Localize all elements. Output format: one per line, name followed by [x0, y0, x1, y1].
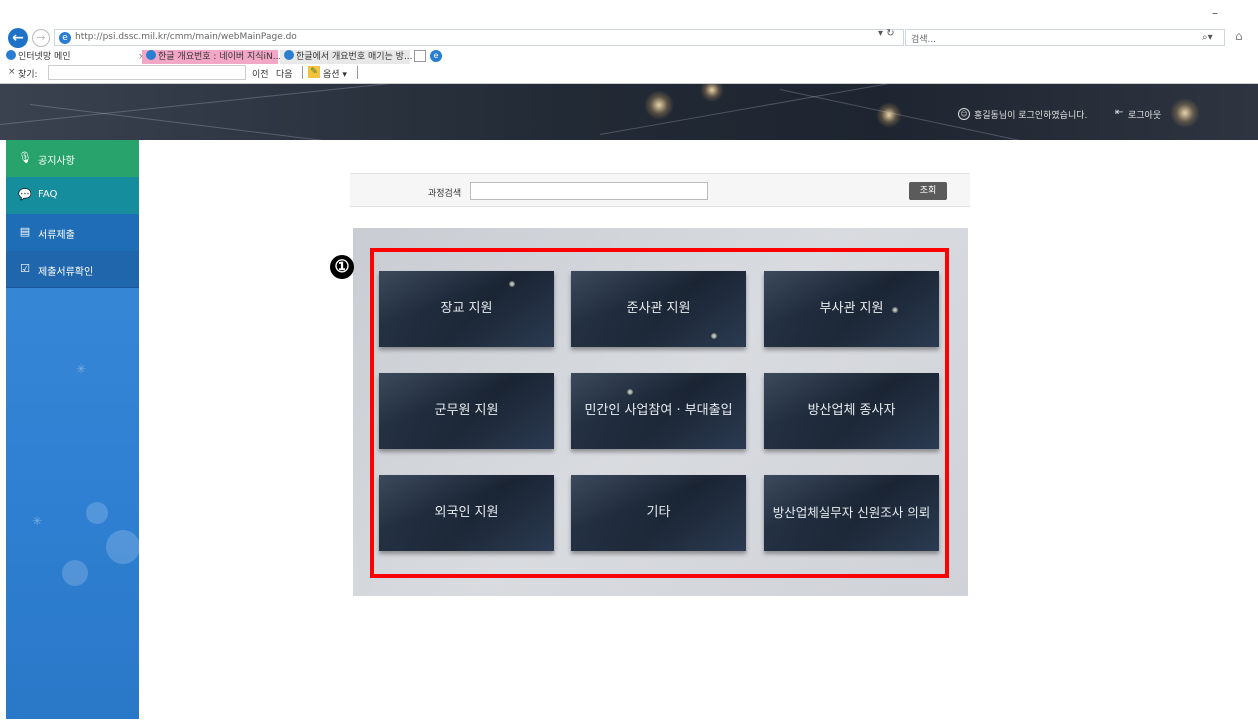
address-bar[interactable]: e http://psi.dssc.mil.kr/cmm/main/webMai… [54, 29, 904, 46]
sidebar-item-label: 서류제출 [38, 230, 75, 241]
tab-main-label: 인터넷망 메인 [18, 52, 71, 62]
sidebar: 🎙 공지사항 💬 FAQ ▤ 서류제출 ☑ 제출서류확인 ✳ ✳ [6, 140, 139, 719]
sidebar-item-check[interactable]: ☑ 제출서류확인 [6, 251, 139, 288]
login-status: 홍길동님이 로그인하였습니다. [974, 111, 1088, 121]
sidebar-item-notice[interactable]: 🎙 공지사항 [6, 140, 139, 177]
course-search-label: 과정검색 [428, 189, 462, 199]
ie-tab-icon [284, 50, 294, 60]
highlight-icon[interactable]: ✎ [308, 66, 320, 78]
header-glow [700, 84, 724, 102]
sidebar-decor-star: ✳ [76, 362, 87, 376]
header-decor-line [0, 84, 418, 125]
document-submit-icon: ▤ [19, 225, 31, 238]
find-input[interactable] [48, 65, 246, 80]
ie-icon: e [59, 32, 71, 44]
search-icon[interactable]: ⌕▾ [1202, 32, 1213, 43]
header-decor-line [29, 104, 388, 140]
header-glow [876, 102, 902, 128]
find-prev-button[interactable]: 이전 [252, 67, 269, 80]
tab-naver[interactable]: 한글 개요번호 : 네이버 지식iN... [142, 50, 282, 64]
annotation-marker: ① [330, 255, 354, 279]
sidebar-decor-star: ✳ [32, 514, 43, 528]
find-close-icon[interactable]: × [8, 67, 16, 77]
ie-tab-icon [146, 50, 156, 60]
back-button[interactable]: ← [8, 28, 28, 48]
ie-tab-icon [6, 50, 16, 60]
address-url: http://psi.dssc.mil.kr/cmm/main/webMainP… [75, 32, 297, 42]
sidebar-decor-dot [86, 502, 108, 524]
microphone-icon: 🎙 [18, 151, 32, 164]
sidebar-decor-dot [62, 560, 88, 586]
course-search-input[interactable] [470, 182, 708, 200]
find-next-button[interactable]: 다음 [276, 67, 293, 80]
sidebar-item-faq[interactable]: 💬 FAQ [6, 177, 139, 214]
sidebar-item-label: FAQ [38, 189, 58, 200]
header-glow [1170, 98, 1200, 128]
logout-icon[interactable]: ⇤ [1115, 107, 1123, 118]
new-tab-button[interactable] [414, 50, 426, 62]
sidebar-item-submit[interactable]: ▤ 서류제출 [6, 214, 139, 251]
checklist-icon: ☑ [20, 262, 30, 275]
refresh-icon[interactable]: ▾ ↻ [878, 28, 895, 39]
address-row: ← → e http://psi.dssc.mil.kr/cmm/main/we… [0, 26, 1258, 50]
site-header: ☺ 홍길동님이 로그인하였습니다. ⇤ 로그아웃 [0, 84, 1258, 140]
sidebar-item-label: 공지사항 [38, 156, 75, 167]
search-button[interactable]: 조회 [909, 182, 947, 200]
user-icon: ☺ [958, 108, 970, 120]
header-glow [644, 90, 674, 120]
forward-button[interactable]: → [32, 29, 50, 47]
browser-chrome: – ← → e http://psi.dssc.mil.kr/cmm/main/… [0, 0, 1258, 84]
sidebar-item-label: 제출서류확인 [38, 267, 94, 278]
find-bar: × 찾기: 이전 다음 ✎ 옵션 ▾ [0, 64, 1258, 82]
logout-button[interactable]: 로그아웃 [1128, 108, 1161, 121]
browser-search-box[interactable]: 검색... ⌕▾ [905, 29, 1225, 46]
find-label: 찾기: [18, 70, 38, 80]
tab-hangul[interactable]: 한글에서 개요번호 매기는 방... [280, 50, 413, 64]
browser-search-placeholder: 검색... [911, 35, 937, 45]
ie-shortcut-icon[interactable]: e [430, 50, 442, 62]
course-search-bar: 과정검색 조회 [350, 173, 970, 207]
divider [357, 66, 358, 79]
divider [302, 66, 303, 79]
chat-icon: 💬 [18, 188, 32, 201]
tab-hangul-label: 한글에서 개요번호 매기는 방... [296, 52, 413, 62]
sidebar-decor-dot [106, 530, 139, 564]
find-options-button[interactable]: 옵션 ▾ [323, 67, 347, 80]
tab-naver-label: 한글 개요번호 : 네이버 지식iN... [158, 52, 282, 62]
minimize-icon[interactable]: – [1212, 6, 1218, 20]
home-icon[interactable]: ⌂ [1235, 29, 1243, 43]
tab-main[interactable]: 인터넷망 메인 × [6, 50, 146, 64]
highlight-frame [370, 248, 949, 578]
tab-row: 인터넷망 메인 × 한글 개요번호 : 네이버 지식iN... 한글에서 개요번… [0, 50, 1258, 64]
